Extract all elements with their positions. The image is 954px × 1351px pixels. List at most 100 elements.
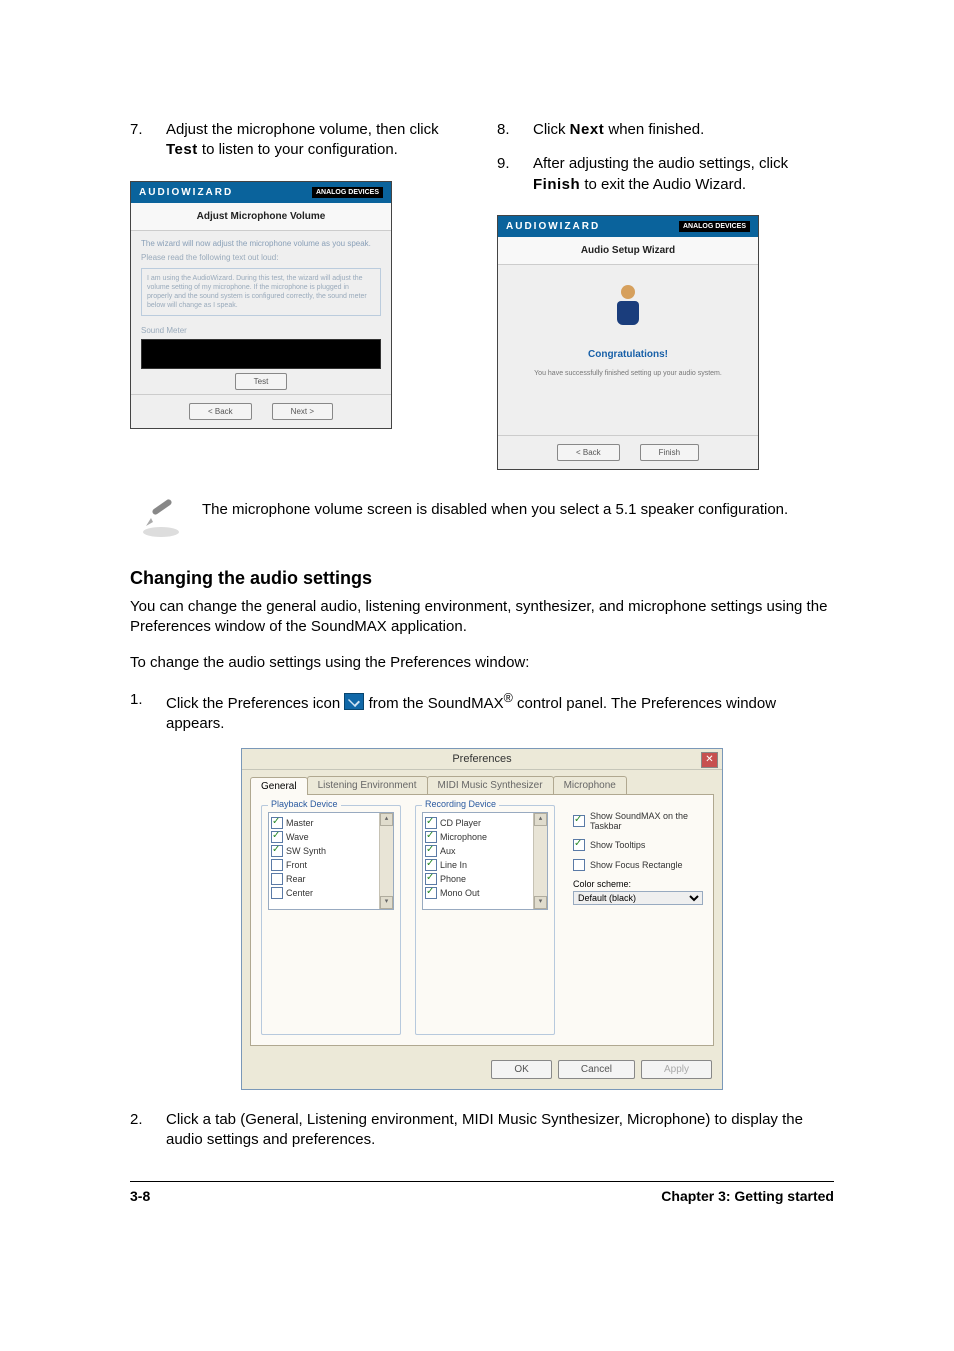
dialog-titlebar: AUDIOWIZARD ANALOG DEVICES [131,182,391,203]
sound-meter-label: Sound Meter [141,326,381,335]
scroll-up-icon[interactable]: ▴ [534,813,547,826]
step-number: 2. [130,1110,166,1151]
list-item: Phone [425,872,545,886]
list-item: Center [271,886,391,900]
section-heading: Changing the audio settings [130,568,834,589]
checkbox-icon[interactable] [573,815,585,827]
recording-legend: Recording Device [422,799,499,809]
checkbox-icon[interactable] [425,817,437,829]
playback-listbox[interactable]: Master Wave SW Synth Front Rear Center ▴… [268,812,394,910]
checkbox-icon[interactable] [271,831,283,843]
cancel-button[interactable]: Cancel [558,1060,635,1079]
checkbox-icon[interactable] [271,845,283,857]
sound-meter [141,339,381,369]
para-2: To change the audio settings using the P… [130,653,834,673]
general-options: Show SoundMAX on the Taskbar Show Toolti… [569,805,707,1035]
wizard-read-aloud-box: I am using the AudioWizard. During this … [141,268,381,316]
congratulations-text: Congratulations! [508,349,748,360]
checkbox-icon[interactable] [573,859,585,871]
test-button[interactable]: Test [235,373,288,390]
analog-devices-logo: ANALOG DEVICES [312,187,383,198]
footer-chapter: Chapter 3: Getting started [661,1188,834,1204]
pencil-note-icon [140,498,182,540]
list-item: Aux [425,844,545,858]
footer-page-number: 3-8 [130,1188,150,1204]
checkbox-icon[interactable] [271,817,283,829]
checkbox-icon[interactable] [271,887,283,899]
dialog-titlebar: AUDIOWIZARD ANALOG DEVICES [498,216,758,237]
step-number: 8. [497,120,533,140]
audiowizard-finish-dialog: AUDIOWIZARD ANALOG DEVICES Audio Setup W… [497,215,759,470]
preferences-tabs: General Listening Environment MIDI Music… [242,770,722,794]
opt-tooltips: Show Tooltips [573,839,703,851]
preferences-titlebar: Preferences ✕ [242,749,722,770]
apply-button[interactable]: Apply [641,1060,712,1079]
checkbox-icon[interactable] [425,831,437,843]
opt-taskbar: Show SoundMAX on the Taskbar [573,811,703,831]
checkbox-icon[interactable] [573,839,585,851]
list-item: Master [271,816,391,830]
step-number: 7. [130,120,166,161]
back-button[interactable]: < Back [189,403,252,420]
close-icon[interactable]: ✕ [701,752,718,768]
page-footer: 3-8 Chapter 3: Getting started [130,1181,834,1204]
preferences-icon [344,693,364,710]
note-text: The microphone volume screen is disabled… [202,498,788,520]
tab-microphone[interactable]: Microphone [553,776,627,794]
checkbox-icon[interactable] [271,859,283,871]
checkbox-icon[interactable] [425,887,437,899]
numbered-step-2: 2. Click a tab (General, Listening envir… [130,1110,834,1151]
list-item: CD Player [425,816,545,830]
back-button[interactable]: < Back [557,444,620,461]
checkbox-icon[interactable] [425,859,437,871]
opt-focus-rect: Show Focus Rectangle [573,859,703,871]
analog-devices-logo: ANALOG DEVICES [679,221,750,232]
scrollbar[interactable]: ▴ ▾ [379,813,393,909]
ok-button[interactable]: OK [491,1060,551,1079]
step-9: 9. After adjusting the audio settings, c… [497,154,834,195]
scrollbar[interactable]: ▴ ▾ [533,813,547,909]
playback-legend: Playback Device [268,799,341,809]
congratulations-sub: You have successfully finished setting u… [508,370,748,377]
color-scheme-label: Color scheme: [573,879,703,889]
scroll-up-icon[interactable]: ▴ [380,813,393,826]
para-1: You can change the general audio, listen… [130,597,834,638]
scroll-down-icon[interactable]: ▾ [534,896,547,909]
wizard-line2: Please read the following text out loud: [141,253,381,262]
checkbox-icon[interactable] [271,873,283,885]
checkbox-icon[interactable] [425,873,437,885]
list-item: Mono Out [425,886,545,900]
step-text: Adjust the microphone volume, then click… [166,120,467,161]
wizard-line1: The wizard will now adjust the microphon… [141,239,381,249]
step-7: 7. Adjust the microphone volume, then cl… [130,120,467,161]
list-item: Wave [271,830,391,844]
dialog-section-head: Adjust Microphone Volume [131,203,391,231]
person-icon [608,285,648,335]
numbered-step-1: 1. Click the Preferences icon from the S… [130,690,834,735]
list-item: Rear [271,872,391,886]
dialog-title: AUDIOWIZARD [139,187,233,198]
color-scheme-select[interactable]: Default (black) [573,891,703,905]
step-text: Click the Preferences icon from the Soun… [166,690,834,735]
finish-button[interactable]: Finish [640,444,699,461]
list-item: SW Synth [271,844,391,858]
step-text: Click Next when finished. [533,120,834,140]
tab-listening-environment[interactable]: Listening Environment [307,776,428,794]
checkbox-icon[interactable] [425,845,437,857]
step-text: Click a tab (General, Listening environm… [166,1110,834,1151]
list-item: Front [271,858,391,872]
recording-device-group: Recording Device CD Player Microphone Au… [415,805,555,1035]
tab-general[interactable]: General [250,777,308,795]
playback-device-group: Playback Device Master Wave SW Synth Fro… [261,805,401,1035]
next-button[interactable]: Next > [272,403,333,420]
step-text: After adjusting the audio settings, clic… [533,154,834,195]
scroll-down-icon[interactable]: ▾ [380,896,393,909]
dialog-section-head: Audio Setup Wizard [498,237,758,265]
recording-listbox[interactable]: CD Player Microphone Aux Line In Phone M… [422,812,548,910]
dialog-title: AUDIOWIZARD [506,221,600,232]
step-number: 9. [497,154,533,195]
step-number: 1. [130,690,166,735]
preferences-dialog: Preferences ✕ General Listening Environm… [241,748,723,1090]
tab-midi-synth[interactable]: MIDI Music Synthesizer [427,776,554,794]
audiowizard-mic-dialog: AUDIOWIZARD ANALOG DEVICES Adjust Microp… [130,181,392,430]
